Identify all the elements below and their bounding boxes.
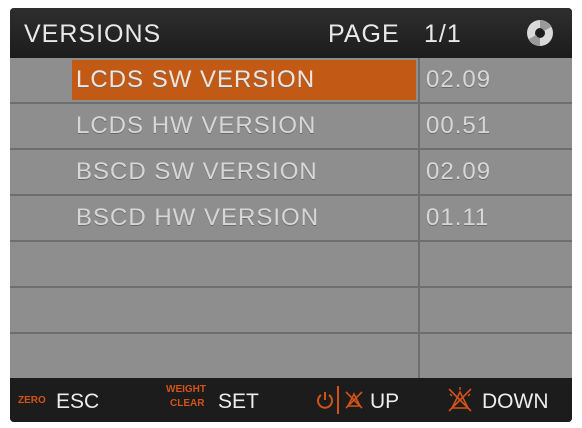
row-value: [426, 244, 566, 284]
table-row[interactable]: BSCD HW VERSION 01.11: [10, 196, 572, 242]
row-label: [72, 336, 416, 376]
row-value: 02.09: [426, 152, 566, 192]
row-label: BSCD HW VERSION: [72, 198, 416, 238]
row-label-text: LCDS HW VERSION: [76, 112, 317, 139]
row-value: 00.51: [426, 106, 566, 146]
set-softkey[interactable]: WEIGHT CLEAR SET: [160, 378, 300, 422]
header-bar: VERSIONS PAGE 1/1: [10, 8, 572, 58]
alarm-mute-icon: [345, 391, 363, 409]
versions-table: LCDS SW VERSION 02.09 LCDS HW VERSION 00…: [10, 58, 572, 378]
row-value: [426, 336, 566, 376]
row-label: [72, 290, 416, 330]
up-softkey[interactable]: UP: [312, 378, 432, 422]
row-label-text: BSCD SW VERSION: [76, 158, 318, 185]
key-separator: [337, 386, 339, 414]
row-value: 02.09: [426, 60, 566, 100]
row-label: LCDS SW VERSION: [72, 60, 416, 100]
row-label: LCDS HW VERSION: [72, 106, 416, 146]
table-row: [10, 288, 572, 334]
row-value: 01.11: [426, 198, 566, 238]
set-label: SET: [218, 390, 259, 413]
row-label-text: BSCD HW VERSION: [76, 204, 320, 231]
table-row: [10, 334, 572, 378]
page-title: VERSIONS: [24, 20, 162, 48]
row-label-text: LCDS SW VERSION: [76, 66, 316, 93]
down-label: DOWN: [482, 390, 549, 413]
page-label: PAGE: [328, 20, 400, 48]
up-label: UP: [370, 390, 400, 413]
down-softkey[interactable]: DOWN: [442, 378, 568, 422]
table-row[interactable]: LCDS SW VERSION 02.09: [10, 58, 572, 104]
page-number: 1/1: [424, 20, 462, 48]
row-value: [426, 290, 566, 330]
esc-softkey[interactable]: ZERO ESC: [18, 378, 138, 422]
row-value-text: 02.09: [426, 158, 492, 185]
zero-key-tag: ZERO: [18, 395, 46, 406]
esc-label: ESC: [56, 390, 100, 413]
clear-key-tag: CLEAR: [170, 398, 205, 409]
row-value-text: 02.09: [426, 66, 492, 93]
column-divider: [418, 58, 420, 378]
power-icon: [317, 392, 333, 409]
row-label: BSCD SW VERSION: [72, 152, 416, 192]
table-row[interactable]: BSCD SW VERSION 02.09: [10, 150, 572, 196]
row-label: [72, 244, 416, 284]
disc-icon: [527, 20, 553, 46]
row-value-text: 00.51: [426, 112, 492, 139]
alarm-silence-icon: [448, 387, 472, 412]
softkey-bar: ZERO ESC WEIGHT CLEAR SET UP DOWN: [10, 378, 572, 422]
weight-key-tag: WEIGHT: [166, 384, 206, 395]
versions-screen: VERSIONS PAGE 1/1 LCDS SW VERSION 02.09 …: [10, 8, 572, 422]
row-value-text: 01.11: [426, 204, 490, 231]
table-row: [10, 242, 572, 288]
table-row[interactable]: LCDS HW VERSION 00.51: [10, 104, 572, 150]
